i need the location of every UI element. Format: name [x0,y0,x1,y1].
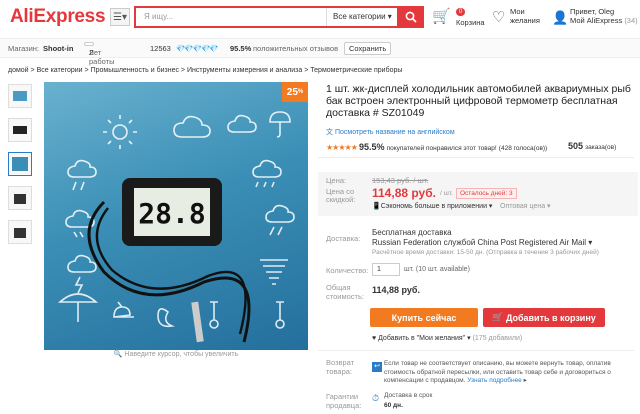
wholesale-price-link[interactable]: Оптовая цена ▾ [500,202,551,210]
discount-price-label: Цена со скидкой: [326,187,356,204]
breadcrumb: домой > Все категории > Промышленность и… [8,67,403,74]
breadcrumb-instruments[interactable]: Инструменты измерения и анализа [187,67,302,74]
heart-icon: ♥ [372,335,377,342]
search-category-select[interactable]: Все категории ▾ [326,8,398,26]
rating-percent: 95.5% [358,142,385,152]
shipping-route-select[interactable]: Russian Federation службой China Post Re… [372,238,592,247]
thumbnail-2[interactable] [8,118,32,142]
guarantee-text: Доставка в срок [384,392,433,399]
add-to-cart-button[interactable]: 🛒 Добавить в корзину [483,308,605,327]
feedback-label: положительных отзывов [253,44,339,53]
total-price: 114,88 руб. [372,285,420,295]
orders-count: 505 заказа(ов) [568,141,617,151]
zoom-hint: 🔍 Наведите курсор, чтобы увеличить [113,351,239,358]
breadcrumb-all-categories[interactable]: Все категории [37,67,83,74]
wishlist-label-2: желания [510,16,540,25]
magnifier-icon: 🔍 [113,351,123,358]
shipping-label: Доставка: [326,234,361,243]
returns-more-link[interactable]: Узнать подробнее [467,377,522,384]
breadcrumb-home[interactable]: домой [8,67,29,74]
breadcrumb-thermometers[interactable]: Термометрические приборы [310,67,402,74]
product-photo: 28.8 [57,111,295,343]
clock-icon: ⏱ [372,393,380,403]
store-label: Магазин: [8,44,40,53]
app-saving-link[interactable]: 📱Сэкономь больше в приложении ▾ [372,202,492,210]
rating-row: ★★★★★ 95.5% покупателей понравился этот … [326,142,547,152]
thermometer-reading: 28.8 [138,197,205,230]
categories-menu-button[interactable]: ☰▾ [110,8,130,26]
hamburger-icon: ☰▾ [113,11,127,23]
translate-icon: 文 [326,129,333,136]
search-bar: Я ищу... Все категории ▾ [134,6,424,28]
cart-icon: 🛒 [432,8,451,25]
feedback-percent: 95.5% [230,44,252,53]
quantity-label: Количество: [326,266,369,275]
thumbnail-1[interactable] [8,84,32,108]
old-price-label: Цена: [326,176,347,185]
search-button[interactable] [397,6,424,28]
sale-price: 114,88 руб. [372,186,436,200]
store-bar: Магазин: Shoot-in Лет работы 2 12563 💎💎💎… [0,38,640,66]
add-to-wishlist-link[interactable]: ♥ Добавить в "Мои желания" ▾ (175 добави… [372,334,522,342]
cart-count-badge: 0 [456,8,466,16]
cart-icon: 🛒 [492,312,504,322]
discount-badge: 25% [282,82,308,102]
price-unit: / шт. [440,190,453,197]
site-header: AliExpress ☰▾ Я ищу... Все категории ▾ 🛒… [0,0,640,38]
search-icon [405,11,417,23]
translate-title-link[interactable]: 文 Посмотреть название на английском [326,127,455,137]
guarantee-days: 60 дн. [384,402,403,409]
diamond-rating-icon: 💎💎💎💎💎 [176,44,219,53]
rating-text: покупателей понравился этот товар! [386,145,497,152]
breadcrumb-industry[interactable]: Промышленность и бизнес [91,67,179,74]
product-title: 1 шт. жк-дисплей холодильник автомобилей… [326,83,631,119]
star-rating-icon: ★★★★★ [326,143,358,152]
product-main-image[interactable]: 28.8 25% [44,82,308,350]
returns-icon: ↩ [372,362,382,372]
cart-label: Корзина [456,18,485,27]
quantity-input[interactable]: 1 [372,263,400,276]
free-shipping: Бесплатная доставка [372,228,452,237]
thumbnail-5[interactable] [8,220,32,244]
store-rating-count: 12563 [150,44,171,53]
old-price: 153,43 руб. / шт. [372,176,429,185]
thumbnail-4[interactable] [8,186,32,210]
cart-link[interactable]: 🛒 0 Корзина [432,7,485,27]
votes-link[interactable]: (428 голоса(ов)) [499,145,547,152]
guarantee-label: Гарантии продавца: [326,392,362,410]
heart-icon: ♡ [492,9,506,26]
days-left-badge: Осталось дней: 3 [456,188,517,199]
wishlist-link[interactable]: ♡ Мои желания [492,7,540,26]
store-years: Лет работы 2 [84,42,114,66]
total-label: Общая стоимость: [326,283,364,301]
store-name-link[interactable]: Shoot-in [43,44,73,53]
greeting-text: Привет, Oleg [570,7,615,16]
save-store-button[interactable]: Сохранить [344,42,392,55]
search-input[interactable]: Я ищу... [144,12,173,21]
my-aliexpress-link[interactable]: Мой AliExpress (34) [570,16,638,25]
aliexpress-logo[interactable]: AliExpress [10,6,106,28]
quantity-available: шт. (10 шт. available) [404,266,470,273]
returns-label: Возврат товара: [326,358,355,376]
phone-icon: 📱 [372,203,381,210]
shipping-estimate: Расчётное время доставки: 15-50 дн. (Отп… [372,249,599,256]
wishlist-label-1: Мои [510,7,525,16]
returns-text: Если товар не соответствует описанию, вы… [384,360,611,384]
thumbnail-3[interactable] [8,152,32,176]
user-icon: 👤 [552,10,569,25]
buy-now-button[interactable]: Купить сейчас [370,308,478,327]
